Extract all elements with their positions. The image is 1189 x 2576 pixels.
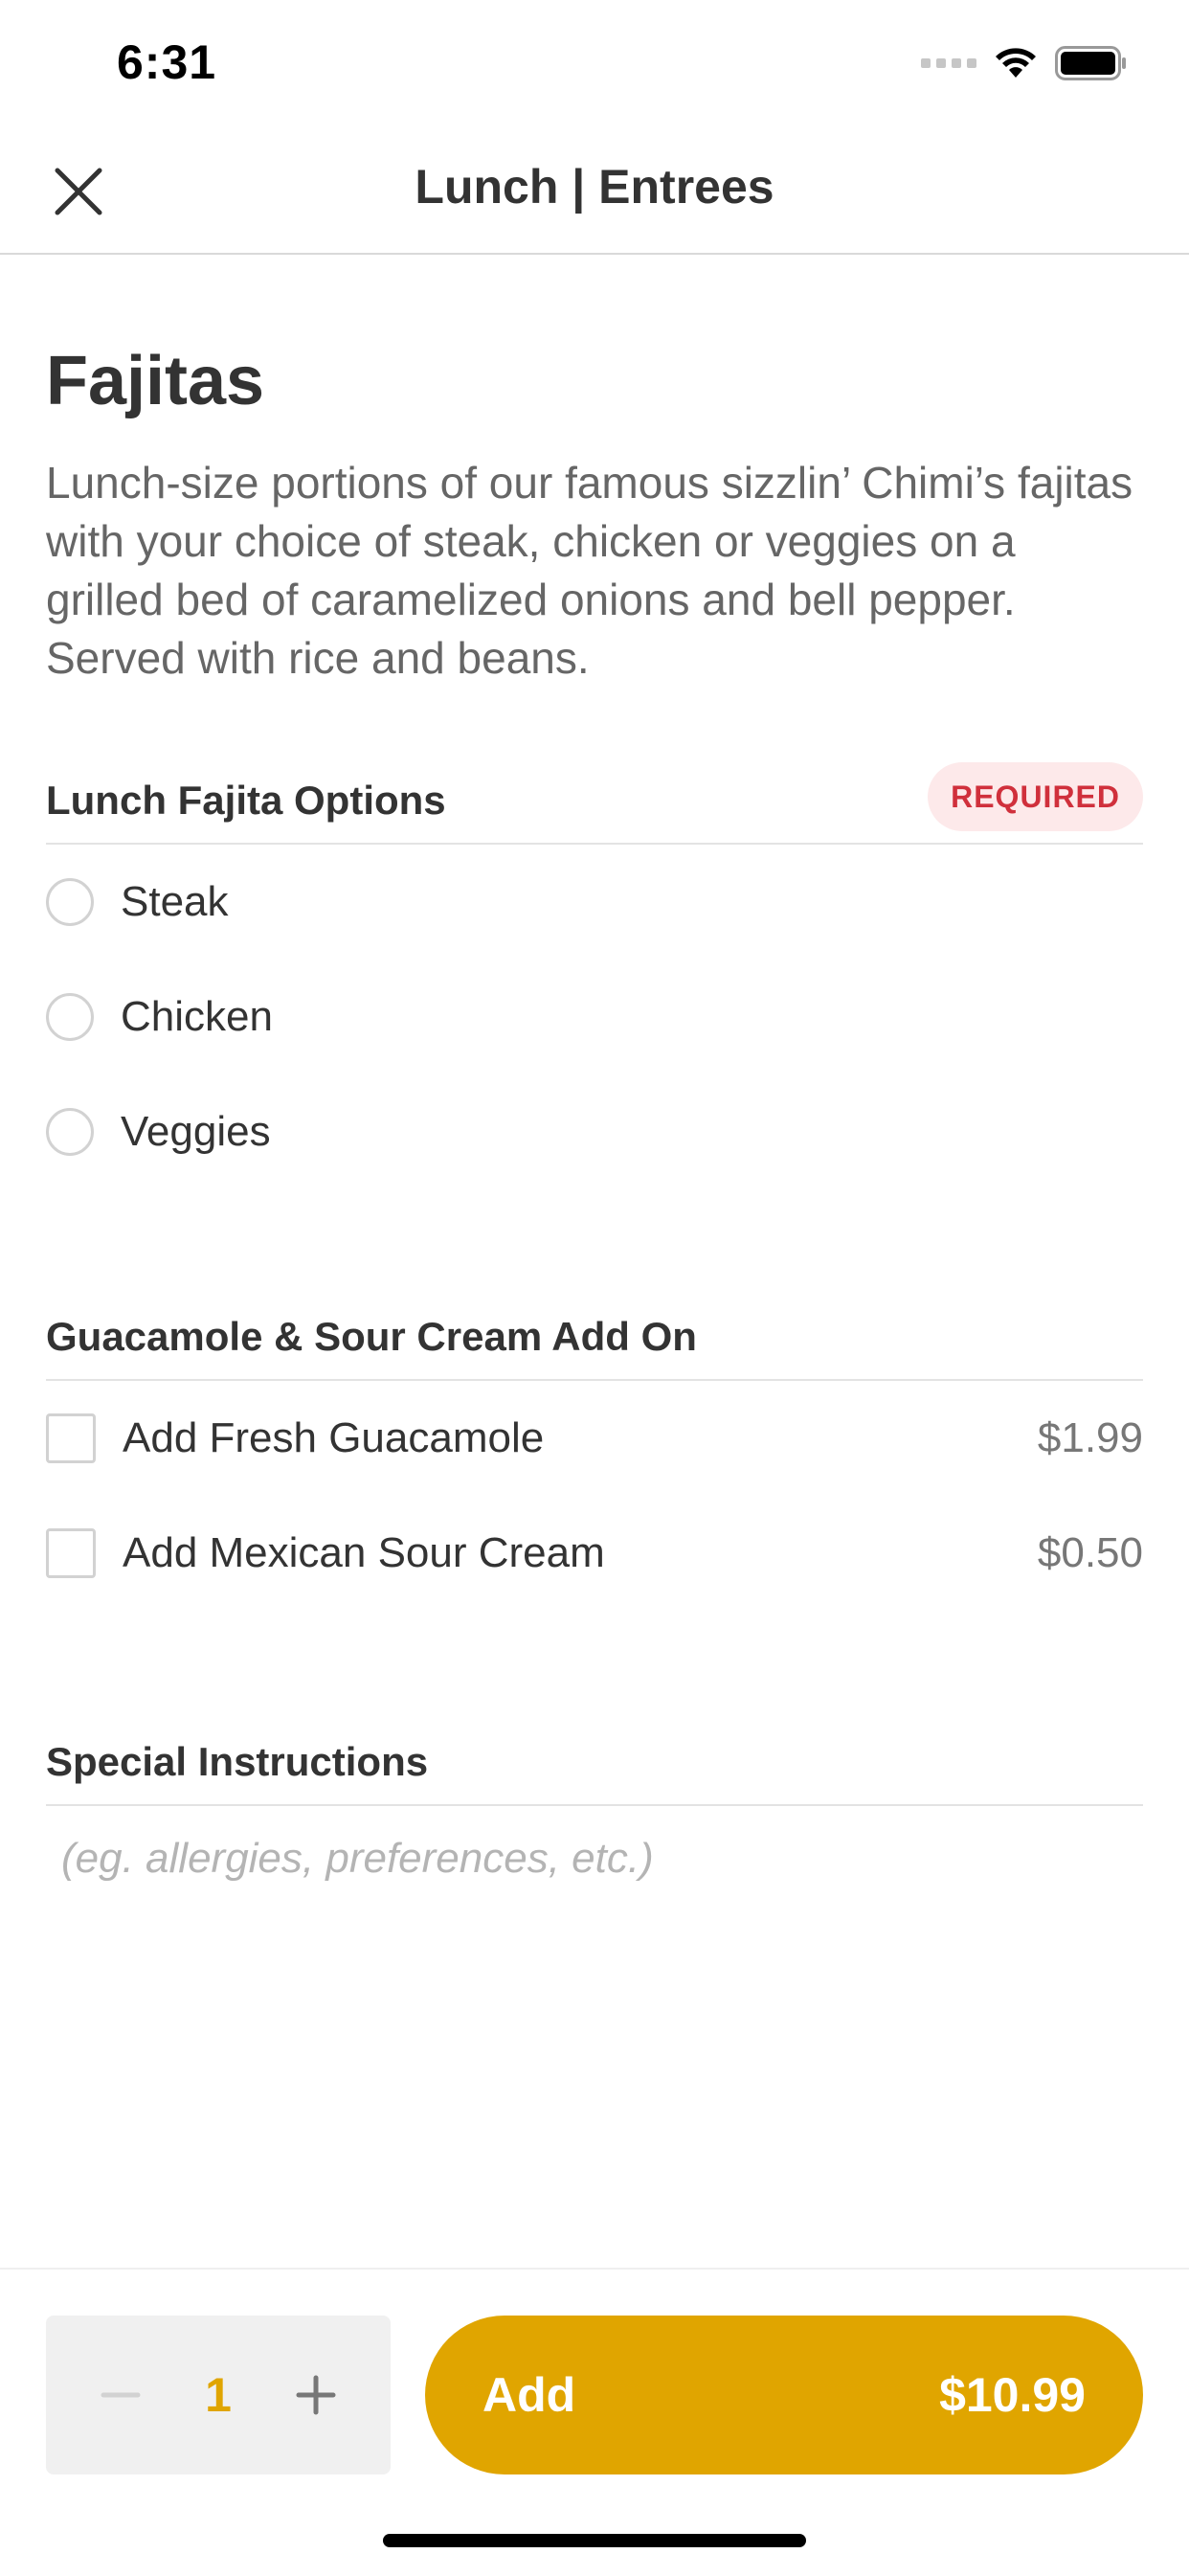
option-price: $1.99 (1037, 1414, 1143, 1461)
fajita-options-section: Lunch Fajita Options REQUIRED Steak Chic… (46, 757, 1143, 1189)
status-bar: 6:31 (0, 0, 1189, 126)
option-price: $0.50 (1037, 1529, 1143, 1576)
required-badge: REQUIRED (928, 762, 1143, 831)
status-icons (921, 44, 1128, 82)
minus-icon (101, 2392, 141, 2398)
quantity-value: 1 (205, 2368, 232, 2422)
addon-sour-cream[interactable]: Add Mexican Sour Cream $0.50 (46, 1496, 1143, 1611)
option-steak[interactable]: Steak (46, 845, 1143, 960)
instructions-section: Special Instructions (46, 1718, 1143, 1911)
status-time: 6:31 (117, 35, 217, 89)
page-title: Lunch | Entrees (415, 160, 774, 214)
add-button-price: $10.99 (939, 2368, 1086, 2422)
radio-button[interactable] (46, 878, 94, 926)
section-title: Guacamole & Sour Cream Add On (46, 1314, 697, 1359)
option-label: Add Fresh Guacamole (123, 1414, 545, 1461)
quantity-stepper: 1 (46, 2316, 391, 2474)
section-title: Special Instructions (46, 1739, 429, 1784)
wifi-icon (996, 48, 1036, 78)
radio-button[interactable] (46, 993, 94, 1041)
battery-icon (1055, 46, 1126, 80)
addons-section: Guacamole & Sour Cream Add On Add Fresh … (46, 1293, 1143, 1611)
radio-button[interactable] (46, 1108, 94, 1156)
increment-button[interactable] (287, 2366, 345, 2424)
option-chicken[interactable]: Chicken (46, 960, 1143, 1074)
item-name: Fajitas (46, 343, 265, 419)
option-label: Chicken (121, 993, 273, 1040)
option-label: Veggies (121, 1108, 271, 1155)
special-instructions-input[interactable] (46, 1806, 1143, 1911)
section-header: Guacamole & Sour Cream Add On (46, 1293, 1143, 1381)
item-description: Lunch-size portions of our famous sizzli… (46, 458, 1133, 683)
section-header: Special Instructions (46, 1718, 1143, 1806)
add-button-label: Add (482, 2368, 576, 2422)
option-label: Steak (121, 878, 229, 925)
option-veggies[interactable]: Veggies (46, 1074, 1143, 1189)
addon-guacamole[interactable]: Add Fresh Guacamole $1.99 (46, 1381, 1143, 1496)
checkbox[interactable] (46, 1413, 96, 1463)
add-to-cart-button[interactable]: Add $10.99 (425, 2316, 1143, 2474)
cellular-signal-icon (921, 58, 976, 68)
option-label: Add Mexican Sour Cream (123, 1529, 605, 1576)
plus-icon (296, 2375, 336, 2415)
checkbox[interactable] (46, 1528, 96, 1578)
nav-header: Lunch | Entrees (0, 126, 1189, 255)
bottom-bar: 1 Add $10.99 (0, 2268, 1189, 2576)
home-indicator (383, 2534, 806, 2547)
section-title: Lunch Fajita Options (46, 778, 446, 823)
section-header: Lunch Fajita Options REQUIRED (46, 757, 1143, 845)
decrement-button[interactable] (92, 2366, 149, 2424)
